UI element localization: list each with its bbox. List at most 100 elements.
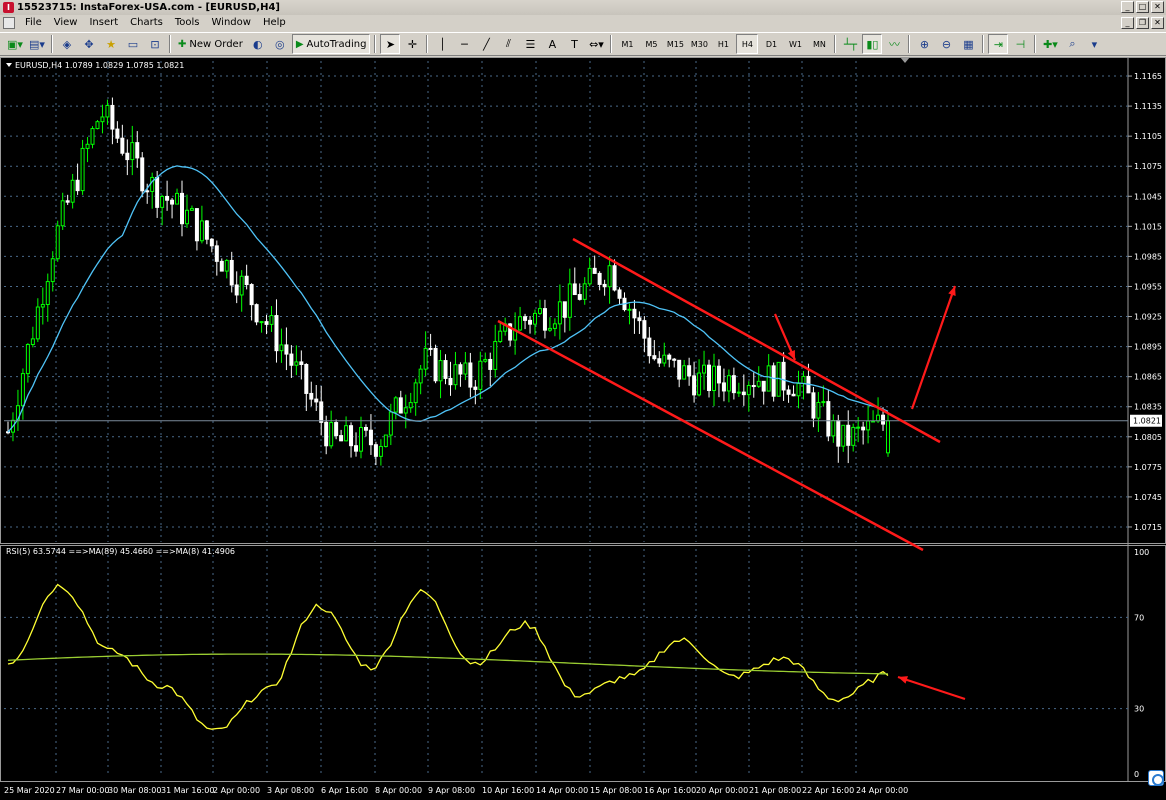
candle-bear: [811, 392, 816, 419]
toolbar-separator: [51, 35, 53, 53]
metaeditor-icon[interactable]: ◐: [248, 34, 268, 54]
candle-bull: [547, 327, 552, 331]
autotrading-button[interactable]: ▶ AutoTrading: [291, 34, 371, 54]
menu-file[interactable]: File: [19, 15, 48, 31]
chart-window[interactable]: 1.1165 1.1135 1.1105 1.1075 1.1045 1.1015 1.09…: [0, 57, 1166, 800]
tile-windows-icon[interactable]: ▦: [958, 34, 978, 54]
candle-bear: [617, 289, 622, 299]
timeframe-h4[interactable]: H4: [736, 34, 759, 54]
fibonacci-icon[interactable]: ☰: [520, 34, 540, 54]
title-bar: I 15523715: InstaForex-USA.com - [EURUSD…: [0, 0, 1166, 15]
autotrading-icon: ▶: [295, 38, 304, 50]
candle-bear: [572, 283, 577, 296]
candle-bull: [483, 358, 488, 362]
maximize-button[interactable]: □: [1136, 1, 1149, 13]
candle-bear: [692, 375, 697, 396]
equidistant-channel-icon[interactable]: ⫽: [498, 34, 518, 54]
candle-bear: [324, 421, 329, 447]
vertical-line-icon[interactable]: │: [432, 34, 452, 54]
candle-bear: [264, 321, 269, 325]
price-axis-label: 1.1045: [1134, 192, 1162, 201]
cursor-tool-icon[interactable]: ➤: [380, 34, 401, 54]
candle-bear: [314, 398, 319, 403]
candle-bear: [826, 401, 831, 437]
doc-minimize-button[interactable]: _: [1121, 17, 1134, 29]
horizontal-line-icon[interactable]: ─: [454, 34, 474, 54]
timeframe-m15[interactable]: M15: [664, 34, 686, 54]
candle-bull: [423, 347, 428, 370]
data-window-icon[interactable]: ✥: [79, 34, 99, 54]
doc-restore-button[interactable]: ❐: [1136, 17, 1149, 29]
navigator-icon[interactable]: ★: [101, 34, 121, 54]
time-axis-label: 16 Apr 16:00: [644, 786, 696, 795]
candle-bull: [607, 265, 612, 288]
candle-bear: [731, 375, 736, 394]
navigation-helper-icon[interactable]: [1148, 770, 1164, 786]
time-axis-label: 15 Apr 08:00: [590, 786, 642, 795]
new-chart-icon[interactable]: ▣▾: [5, 34, 25, 54]
timeframe-m1[interactable]: M1: [616, 34, 638, 54]
timeframe-w1[interactable]: W1: [784, 34, 806, 54]
channel-upper-line: [572, 237, 941, 444]
line-chart-icon[interactable]: 〰: [884, 34, 904, 54]
timeframe-h1[interactable]: H1: [712, 34, 734, 54]
price-axis-label: 1.1015: [1134, 222, 1162, 231]
templates-icon[interactable]: ▾: [1084, 34, 1104, 54]
auto-scroll-icon[interactable]: ⇥: [988, 34, 1009, 54]
new-order-button[interactable]: ✚ New Order: [175, 34, 246, 54]
candle-bear: [234, 284, 239, 296]
candle-bear: [642, 320, 647, 339]
candle-bull: [567, 283, 572, 318]
candle-bull: [189, 208, 194, 211]
timeframe-m5[interactable]: M5: [640, 34, 662, 54]
menu-window[interactable]: Window: [206, 15, 257, 31]
zoom-in-icon[interactable]: ⊕: [914, 34, 934, 54]
candle-bull: [224, 259, 229, 272]
candle-bear: [289, 353, 294, 366]
candle-bear: [304, 363, 309, 394]
doc-close-button[interactable]: ✕: [1151, 17, 1164, 29]
chart-shift-icon[interactable]: ⊣: [1010, 34, 1030, 54]
text-label-icon[interactable]: T: [564, 34, 584, 54]
new-order-icon: ✚: [178, 38, 187, 50]
candle-bull: [866, 420, 871, 431]
timeframe-d1[interactable]: D1: [760, 34, 782, 54]
close-button[interactable]: ✕: [1151, 1, 1164, 13]
market-watch-icon[interactable]: ◈: [57, 34, 77, 54]
candle-bull: [702, 364, 707, 374]
bar-chart-icon[interactable]: ┴┬: [840, 34, 860, 54]
terminal-icon[interactable]: ▭: [123, 34, 143, 54]
candle-bear: [349, 425, 354, 447]
chart-document-icon[interactable]: [3, 17, 15, 29]
candle-bear: [562, 301, 567, 318]
candle-bull: [80, 147, 85, 192]
periodicity-icon[interactable]: ⌕: [1062, 34, 1082, 54]
menu-help[interactable]: Help: [257, 15, 292, 31]
crosshair-tool-icon[interactable]: ✛: [402, 34, 422, 54]
candle-bear: [339, 435, 344, 442]
timeframe-m30[interactable]: M30: [688, 34, 710, 54]
candle-bear: [488, 358, 493, 370]
candlestick-chart-icon[interactable]: ▮▯: [862, 34, 883, 54]
trendline-icon[interactable]: ╱: [476, 34, 496, 54]
menu-charts[interactable]: Charts: [124, 15, 169, 31]
time-axis-label: 9 Apr 08:00: [428, 786, 475, 795]
minimize-button[interactable]: _: [1121, 1, 1134, 13]
signals-icon[interactable]: ◎: [270, 34, 290, 54]
menu-insert[interactable]: Insert: [83, 15, 124, 31]
menu-tools[interactable]: Tools: [169, 15, 206, 31]
menu-view[interactable]: View: [48, 15, 84, 31]
price-chart[interactable]: 1.1165 1.1135 1.1105 1.1075 1.1045 1.1015 1.09…: [0, 57, 1166, 800]
candle-bear: [836, 420, 841, 447]
arrows-tool-icon[interactable]: ⇔▾: [586, 34, 606, 54]
candle-bull: [498, 330, 503, 343]
strategy-tester-icon[interactable]: ⊡: [145, 34, 165, 54]
window-controls: _ □ ✕: [1121, 1, 1164, 13]
profiles-icon[interactable]: ▤▾: [27, 34, 47, 54]
timeframe-mn[interactable]: MN: [808, 34, 830, 54]
zoom-out-icon[interactable]: ⊖: [936, 34, 956, 54]
time-axis-label: 6 Apr 16:00: [321, 786, 368, 795]
candle-bull: [766, 365, 771, 392]
indicators-icon[interactable]: ✚▾: [1040, 34, 1060, 54]
text-tool-icon[interactable]: A: [542, 34, 562, 54]
